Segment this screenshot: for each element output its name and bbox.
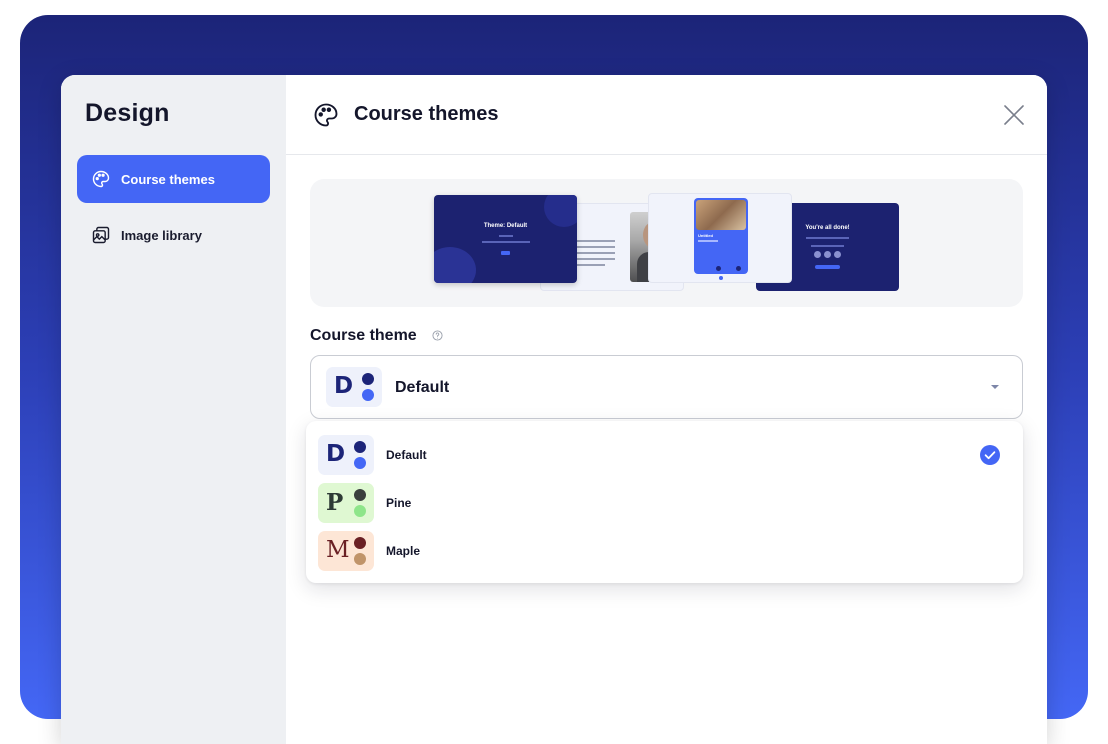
panel-header: Course themes	[286, 75, 1047, 155]
theme-color-dot	[354, 441, 366, 453]
main-panel: Course themes You're all done! Untitled …	[286, 75, 1047, 744]
theme-option-label: Maple	[386, 544, 421, 558]
preview-slide-mobile: Untitled	[648, 193, 792, 283]
preview-slide-title: Theme: Default	[483, 223, 528, 229]
theme-option-default[interactable]: D Default	[306, 431, 1023, 479]
theme-color-dot	[354, 505, 366, 517]
theme-badge-letter: D	[326, 441, 346, 467]
theme-color-dot	[354, 553, 366, 565]
sidebar-item-label: Image library	[121, 227, 202, 243]
selected-theme-name: Default	[395, 379, 450, 396]
theme-color-dot	[354, 457, 366, 469]
theme-badge-maple: M	[318, 531, 374, 571]
theme-option-maple[interactable]: M Maple	[306, 527, 1023, 575]
theme-badge-pine: P	[318, 483, 374, 523]
preview-slide-cover: Theme: Default	[434, 195, 577, 283]
chevron-down-icon	[991, 385, 999, 389]
theme-badge-letter: M	[326, 537, 350, 563]
theme-badge-letter: D	[334, 373, 354, 399]
theme-color-dot	[354, 537, 366, 549]
library-image	[696, 200, 746, 230]
sidebar-item-course-themes[interactable]: Course themes	[77, 155, 270, 203]
sidebar-item-label: Course themes	[121, 171, 215, 187]
palette-icon	[314, 103, 338, 127]
theme-badge-default: D	[326, 367, 382, 407]
info-icon[interactable]	[432, 330, 443, 341]
theme-option-label: Pine	[386, 496, 412, 510]
theme-dropdown: D Default P Pine M Maple	[306, 421, 1023, 583]
sidebar-title: Design	[85, 99, 170, 127]
theme-preview: You're all done! Untitled Theme: Default	[310, 179, 1023, 307]
theme-color-dot	[362, 389, 374, 401]
palette-icon	[92, 170, 110, 188]
sidebar: Design Course themes Image library	[61, 75, 286, 744]
theme-color-dot	[354, 489, 366, 501]
course-theme-select[interactable]: D Default	[310, 355, 1023, 419]
theme-badge-letter: P	[326, 489, 344, 516]
preview-slide-title: Untitled	[698, 233, 713, 238]
image-stack-icon	[92, 226, 110, 244]
sidebar-item-image-library[interactable]: Image library	[77, 211, 270, 259]
theme-option-label: Default	[386, 448, 427, 462]
close-icon[interactable]	[1002, 103, 1026, 127]
course-theme-label: Course theme	[310, 327, 417, 344]
theme-color-dot	[362, 373, 374, 385]
check-circle-icon	[980, 445, 1000, 465]
theme-badge-default: D	[318, 435, 374, 475]
design-window: Design Course themes Image library Cours…	[61, 75, 1047, 744]
theme-option-pine[interactable]: P Pine	[306, 479, 1023, 527]
page-title: Course themes	[354, 103, 499, 125]
